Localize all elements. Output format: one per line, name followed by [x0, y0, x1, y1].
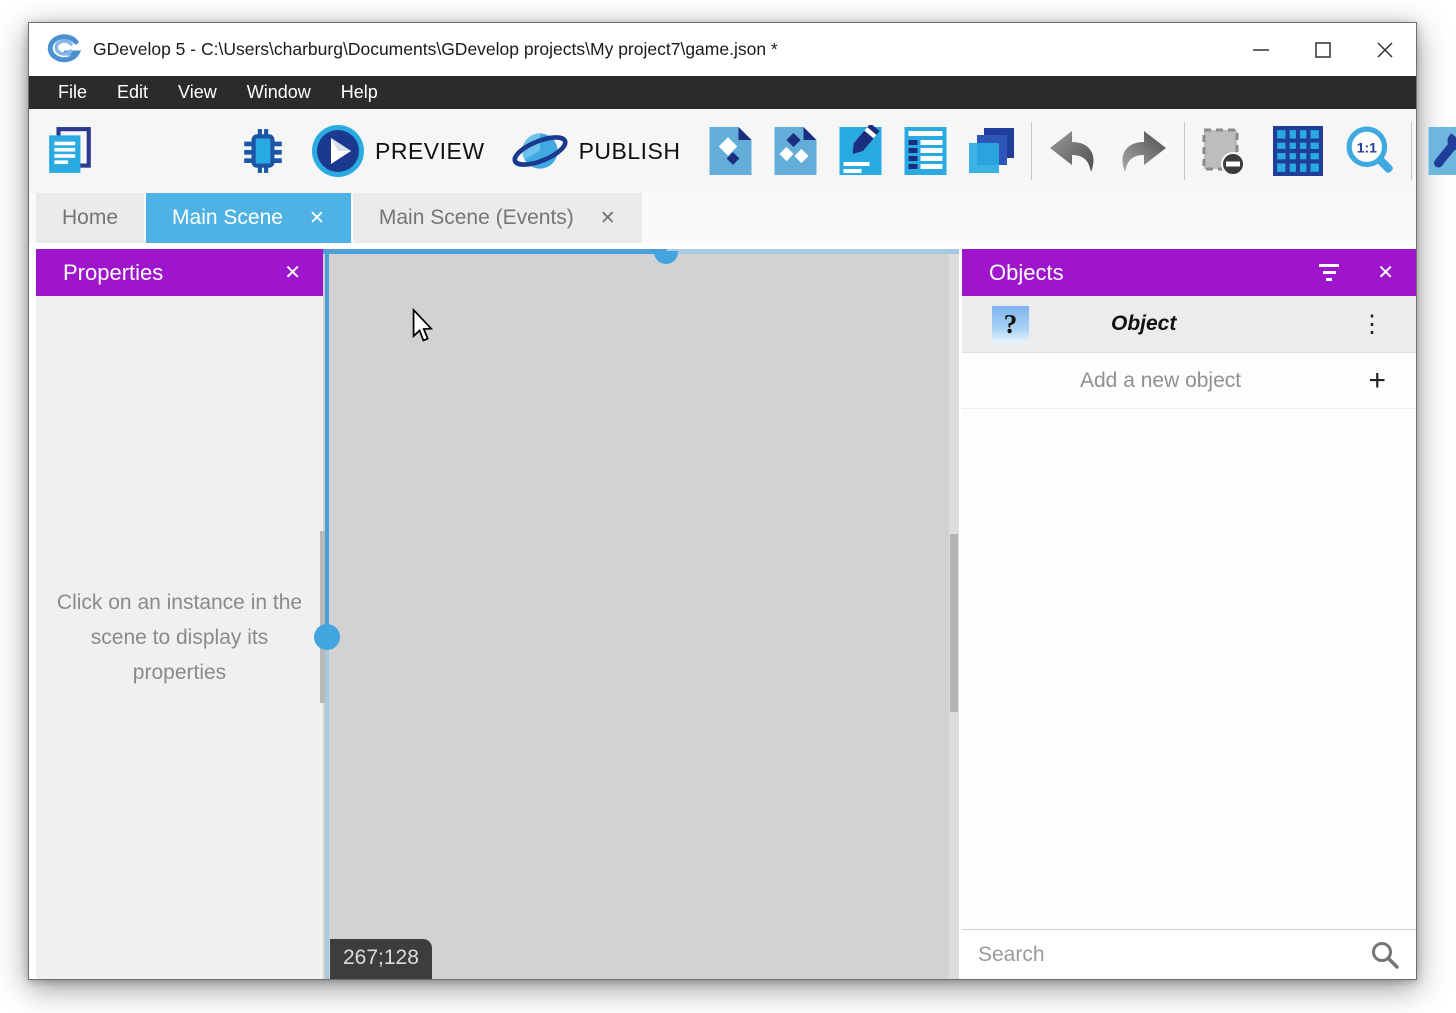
- close-button[interactable]: [1354, 23, 1416, 76]
- properties-title: Properties: [63, 260, 163, 286]
- top-divider-line: [323, 249, 959, 254]
- menu-edit[interactable]: Edit: [102, 76, 163, 109]
- publish-button[interactable]: PUBLISH: [511, 126, 681, 176]
- play-icon: [311, 124, 365, 178]
- mask-icon: [1199, 126, 1247, 176]
- tab-home[interactable]: Home: [36, 193, 144, 243]
- toggle-grid-button[interactable]: [1273, 126, 1323, 176]
- object-list-item[interactable]: ? Object ⋮: [962, 296, 1416, 353]
- properties-body: Click on an instance in the scene to dis…: [36, 296, 323, 979]
- edit-scene-properties-button[interactable]: [837, 125, 884, 177]
- open-properties-button[interactable]: [1426, 125, 1456, 177]
- left-divider-line: [325, 254, 329, 979]
- add-object-label: Add a new object: [1080, 369, 1241, 393]
- minimize-icon: [1250, 39, 1272, 61]
- open-events-button[interactable]: [902, 125, 949, 177]
- layers-icon: [967, 126, 1017, 176]
- toolbar-separator: [1184, 122, 1185, 180]
- toggle-mask-button[interactable]: [1199, 126, 1247, 176]
- canvas-scrollbar-thumb[interactable]: [950, 534, 958, 712]
- object-name: Object: [1111, 312, 1176, 336]
- tab-home-label: Home: [62, 206, 118, 230]
- add-object-row[interactable]: Add a new object +: [962, 353, 1416, 409]
- project-manager-button[interactable]: [45, 127, 95, 175]
- redo-icon: [1116, 128, 1170, 174]
- debugger-button[interactable]: [239, 127, 287, 175]
- debugger-icon: [239, 127, 287, 175]
- scenes-list-icon: [772, 125, 819, 177]
- properties-empty-message: Click on an instance in the scene to dis…: [36, 585, 323, 690]
- preview-label: PREVIEW: [375, 138, 485, 165]
- scene-canvas[interactable]: 267;128: [323, 249, 959, 979]
- zoom-original-button[interactable]: 1:1: [1345, 125, 1397, 177]
- top-divider-handle[interactable]: [654, 251, 678, 264]
- preview-button[interactable]: PREVIEW: [311, 124, 485, 178]
- menu-window[interactable]: Window: [232, 76, 326, 109]
- publish-globe-icon: [511, 126, 569, 176]
- publish-label: PUBLISH: [579, 138, 681, 165]
- properties-header: Properties ✕: [36, 249, 323, 296]
- maximize-button[interactable]: [1292, 23, 1354, 76]
- undo-button[interactable]: [1046, 128, 1100, 174]
- objects-panel: Objects ✕ ? Object ⋮ Add a new object +: [962, 249, 1416, 979]
- canvas-scrollbar-track[interactable]: [949, 254, 959, 979]
- events-sheet-icon: [902, 125, 949, 177]
- object-thumbnail-icon: ?: [992, 306, 1029, 343]
- grid-icon: [1273, 126, 1323, 176]
- tab-main-scene-events[interactable]: Main Scene (Events) ✕: [353, 193, 642, 243]
- objects-empty-area: [962, 409, 1416, 929]
- window-title: GDevelop 5 - C:\Users\charburg\Documents…: [93, 39, 778, 60]
- tab-bar: Home Main Scene ✕ Main Scene (Events) ✕: [29, 193, 1416, 243]
- properties-scrollbar-thumb[interactable]: [320, 531, 325, 703]
- tab-close-icon[interactable]: ✕: [600, 207, 616, 230]
- close-panel-icon[interactable]: ✕: [1377, 260, 1394, 285]
- wrench-doc-icon: [1426, 125, 1456, 177]
- edit-pencil-icon: [837, 125, 884, 177]
- redo-button[interactable]: [1116, 128, 1170, 174]
- plus-icon[interactable]: +: [1368, 364, 1386, 398]
- menu-help[interactable]: Help: [326, 76, 393, 109]
- tab-close-icon[interactable]: ✕: [309, 207, 325, 230]
- objects-header: Objects ✕: [962, 249, 1416, 296]
- tab-main-scene-label: Main Scene: [172, 206, 283, 230]
- project-manager-icon: [45, 127, 95, 175]
- menu-bar: File Edit View Window Help: [29, 76, 1416, 109]
- gdevelop-logo-icon: [45, 34, 81, 66]
- zoom-ratio-label: 1:1: [1356, 140, 1376, 156]
- search-icon: [1370, 940, 1400, 970]
- toolbar-separator: [1031, 122, 1032, 180]
- menu-file[interactable]: File: [43, 76, 102, 109]
- minimize-button[interactable]: [1230, 23, 1292, 76]
- scene-icon: [707, 125, 754, 177]
- menu-view[interactable]: View: [163, 76, 232, 109]
- scenes-list-button[interactable]: [772, 125, 819, 177]
- titlebar: GDevelop 5 - C:\Users\charburg\Documents…: [29, 23, 1416, 76]
- search-input[interactable]: [978, 943, 1370, 967]
- properties-panel: Properties ✕ Click on an instance in the…: [36, 249, 323, 979]
- maximize-icon: [1312, 39, 1334, 61]
- object-menu-icon[interactable]: ⋮: [1360, 310, 1384, 339]
- objects-title: Objects: [989, 260, 1064, 286]
- app-window: GDevelop 5 - C:\Users\charburg\Documents…: [28, 22, 1417, 980]
- zoom-1-1-icon: 1:1: [1345, 125, 1397, 177]
- edit-scene-button[interactable]: [707, 125, 754, 177]
- close-panel-icon[interactable]: ✕: [284, 260, 301, 285]
- toolbar-separator: [1411, 122, 1412, 180]
- window-controls: [1230, 23, 1416, 76]
- mouse-cursor-icon: [405, 307, 435, 345]
- filter-icon[interactable]: [1319, 264, 1339, 281]
- toolbar: PREVIEW PUBLISH: [29, 109, 1416, 193]
- objects-groups-button[interactable]: [967, 126, 1017, 176]
- tab-main-scene-events-label: Main Scene (Events): [379, 206, 574, 230]
- undo-icon: [1046, 128, 1100, 174]
- cursor-coordinates-badge: 267;128: [330, 939, 432, 979]
- left-divider-handle[interactable]: [314, 624, 340, 650]
- tab-main-scene[interactable]: Main Scene ✕: [146, 193, 351, 243]
- main-content: Properties ✕ Click on an instance in the…: [29, 243, 1416, 979]
- objects-search-bar: [962, 929, 1416, 979]
- close-icon: [1374, 39, 1396, 61]
